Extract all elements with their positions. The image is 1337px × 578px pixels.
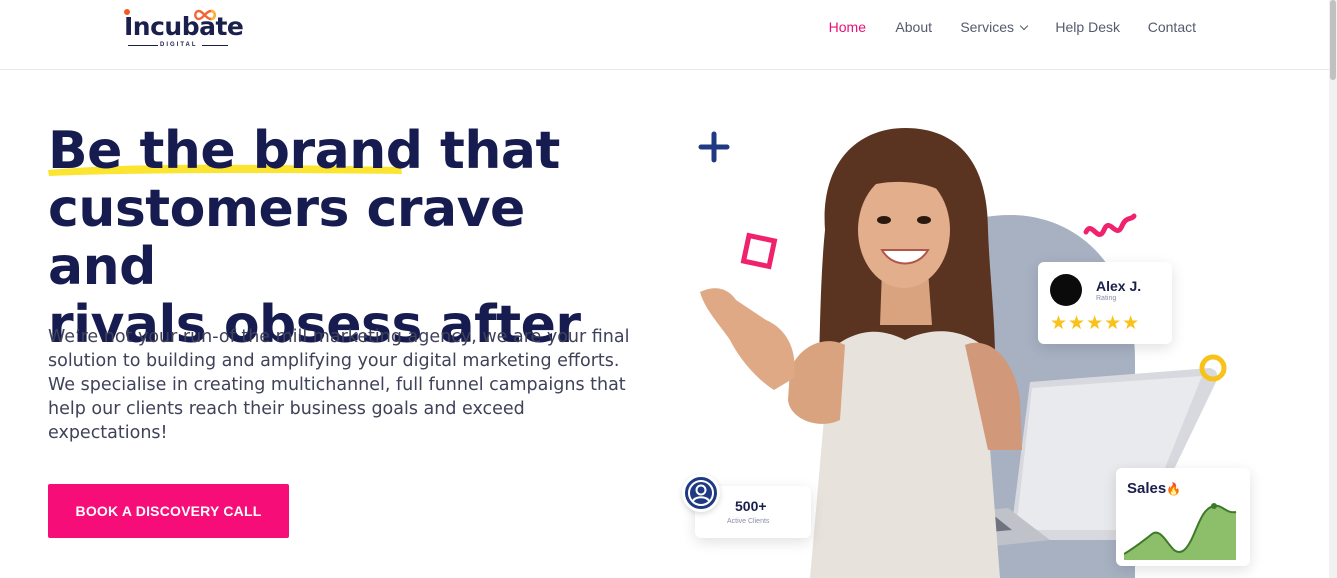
sales-sparkline [1124,503,1237,560]
square-decoration [740,232,778,270]
site-header: Incubate DIGITAL Home About Services Hel… [0,0,1337,70]
plus-decoration [698,131,730,163]
brand-name: Incubate [124,12,244,41]
face [858,172,950,288]
hero-visual: Alex J. Rating ★★★★★ 500+ Active Clients… [670,120,1290,578]
chevron-down-icon [1019,21,1029,31]
hero-headline: Be the brand that customers crave and ri… [48,122,648,354]
nav-services-label: Services [960,19,1014,35]
headline-highlight-text: Be the brand [48,121,423,181]
nav-help-desk[interactable]: Help Desk [1055,19,1120,35]
star-rating: ★★★★★ [1050,313,1141,334]
nav-about[interactable]: About [895,19,932,35]
logo-rule-right [202,45,228,46]
reviewer-name: Alex J. [1096,278,1142,294]
page-scrollbar[interactable] [1329,0,1337,578]
pointing-hand [700,288,795,390]
clients-count: 500+ [735,498,767,514]
avatar [1050,274,1082,306]
fire-icon: 🔥 [1166,482,1182,496]
nav-home[interactable]: Home [829,19,866,35]
nav-services[interactable]: Services [960,19,1029,35]
sales-title-text: Sales [1127,480,1167,497]
infinity-icon [194,9,216,21]
review-card: Alex J. Rating ★★★★★ [1038,262,1172,344]
nav-contact[interactable]: Contact [1148,19,1196,35]
brand-logo[interactable]: Incubate DIGITAL [122,6,244,52]
reviewer-subtitle: Rating [1096,295,1117,302]
book-discovery-call-button[interactable]: BOOK A DISCOVERY CALL [48,484,289,538]
scrollbar-thumb[interactable] [1330,0,1336,80]
logo-rule-left [128,45,158,46]
hero-description: We’re not your run-of the mill marketing… [48,327,630,443]
headline-highlight: Be the brand [48,121,423,181]
clients-label: Active Clients [727,518,770,525]
sales-title: Sales🔥 [1127,480,1181,497]
user-icon [682,474,720,512]
squiggle-decoration [1083,213,1137,238]
brand-tagline: DIGITAL [160,42,198,48]
headline-line1-rest: that [422,121,560,181]
headline-line2: customers crave and [48,179,525,297]
sales-card: Sales🔥 [1116,468,1250,566]
